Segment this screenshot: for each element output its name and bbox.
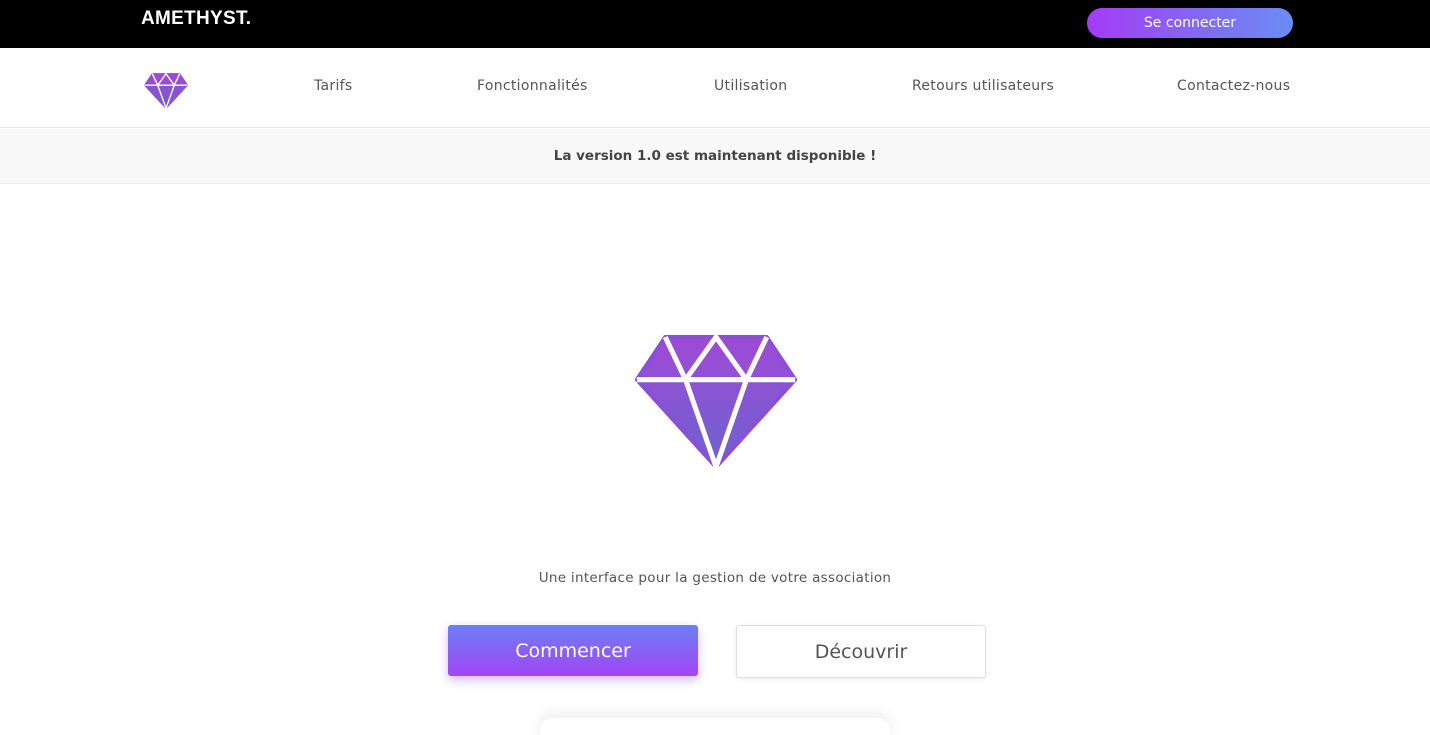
discover-button[interactable]: Découvrir	[736, 625, 986, 678]
nav-item-utilisation[interactable]: Utilisation	[714, 78, 787, 94]
brand-name[interactable]: AMETHYST.	[141, 8, 251, 30]
nav-item-retours-utilisateurs[interactable]: Retours utilisateurs	[912, 78, 1054, 94]
announcement-banner: La version 1.0 est maintenant disponible…	[0, 129, 1430, 184]
diamond-icon	[634, 334, 798, 470]
main-nav: Tarifs Fonctionnalités Utilisation Retou…	[0, 48, 1430, 128]
nav-item-contactez-nous[interactable]: Contactez-nous	[1177, 78, 1290, 94]
nav-item-tarifs[interactable]: Tarifs	[314, 78, 352, 94]
diamond-icon[interactable]	[144, 72, 188, 110]
login-button[interactable]: Se connecter	[1087, 8, 1293, 38]
hero-tagline: Une interface pour la gestion de votre a…	[538, 570, 892, 586]
top-bar: AMETHYST. Se connecter	[0, 0, 1430, 48]
start-button[interactable]: Commencer	[448, 625, 698, 676]
next-section-card	[540, 718, 890, 735]
nav-item-fonctionnalites[interactable]: Fonctionnalités	[477, 78, 588, 94]
